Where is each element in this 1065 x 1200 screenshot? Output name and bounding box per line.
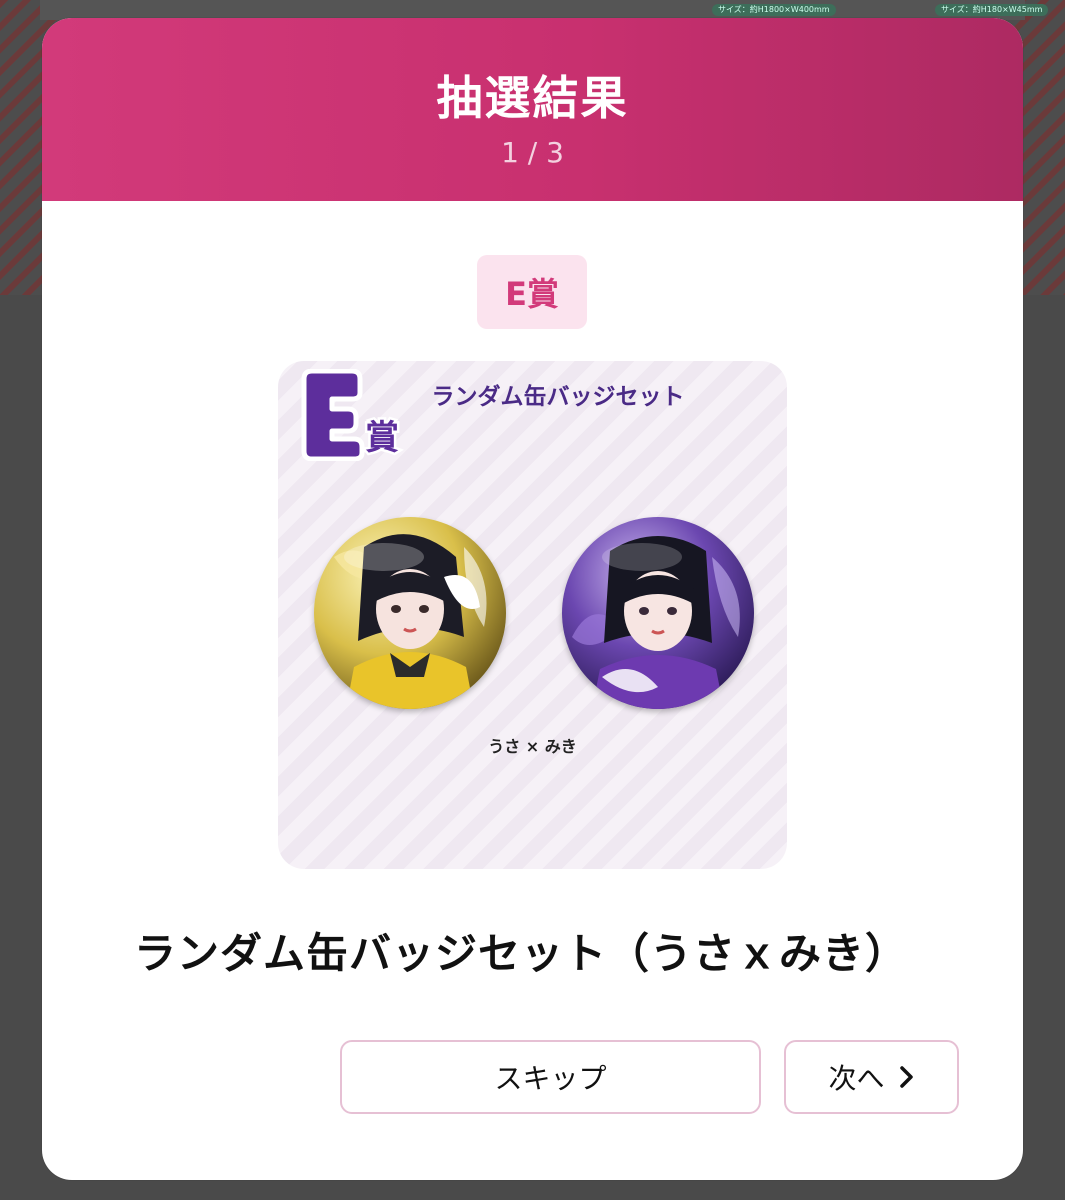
svg-text:賞: 賞 <box>365 418 399 458</box>
e-prize-mark-icon: 賞 <box>301 369 402 461</box>
card-caption: うさ × みき <box>488 737 577 756</box>
product-name: ランダム缶バッジセット（うさｘみき） <box>134 929 909 978</box>
can-badge-right <box>562 517 754 709</box>
product-image: 賞 ランダム缶バッジセット うさ × みき <box>278 361 787 869</box>
chevron-right-icon <box>899 1066 913 1088</box>
lottery-result-modal: 抽選結果 1 / 3 E賞 賞 ランダム缶バッジセット うさ × みき ランダム… <box>42 18 1023 1180</box>
skip-button[interactable]: スキップ <box>340 1040 761 1114</box>
modal-header: 抽選結果 1 / 3 <box>42 18 1023 201</box>
result-counter: 1 / 3 <box>501 136 564 169</box>
skip-button-label: スキップ <box>494 1062 607 1095</box>
background-size-chip: サイズ：約H180×W45mm <box>935 4 1049 16</box>
background-strip <box>40 0 1025 20</box>
card-title: ランダム缶バッジセット <box>431 384 685 410</box>
background-size-chip: サイズ：約H1800×W400mm <box>712 4 836 16</box>
next-button[interactable]: 次へ <box>784 1040 959 1114</box>
next-button-label: 次へ <box>828 1062 885 1095</box>
can-badge-left <box>314 517 506 709</box>
modal-title: 抽選結果 <box>436 71 629 125</box>
prize-rank-badge: E賞 <box>477 255 587 329</box>
